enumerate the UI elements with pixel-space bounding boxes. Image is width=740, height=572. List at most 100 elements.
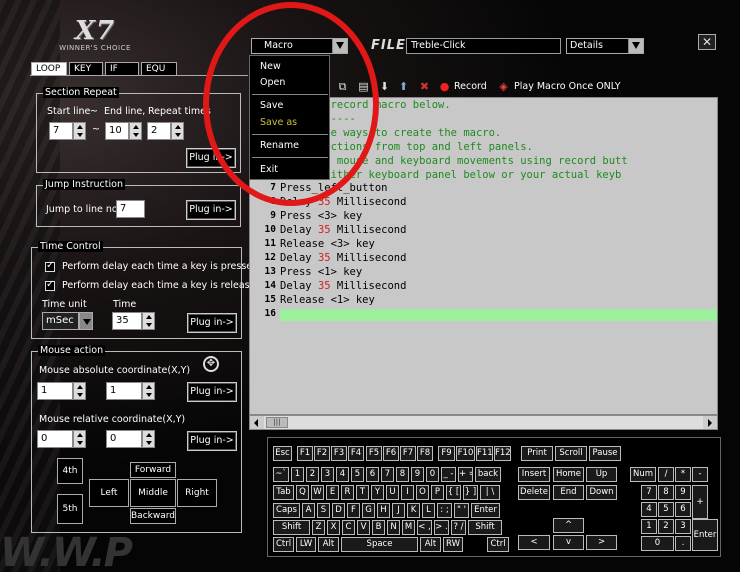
key-f4[interactable]: F4 bbox=[348, 446, 364, 461]
key-shift[interactable]: Shift bbox=[468, 520, 502, 535]
key-symbol[interactable]: | \ bbox=[480, 485, 500, 500]
key-w[interactable]: W bbox=[311, 485, 324, 500]
key-ctrl[interactable]: Ctrl bbox=[273, 537, 294, 552]
key-f2[interactable]: F2 bbox=[314, 446, 330, 461]
key-up[interactable]: Up bbox=[586, 467, 617, 482]
key-space[interactable]: Space bbox=[341, 537, 418, 552]
mouse-rel-y-stepper[interactable] bbox=[142, 430, 155, 448]
key-r[interactable]: R bbox=[341, 485, 354, 500]
key-o[interactable]: O bbox=[416, 485, 429, 500]
key-symbol[interactable]: * bbox=[675, 467, 691, 482]
end-line-stepper[interactable] bbox=[129, 122, 142, 140]
time-input[interactable]: 35 bbox=[112, 312, 142, 330]
code-line[interactable]: Release <1> key bbox=[280, 294, 375, 306]
key-symbol[interactable]: } ] bbox=[463, 485, 478, 500]
tab-loop[interactable]: LOOP bbox=[31, 62, 67, 75]
mouse-forward-button[interactable]: Forward bbox=[130, 462, 176, 478]
key-m[interactable]: M bbox=[402, 520, 415, 535]
key-f1[interactable]: F1 bbox=[297, 446, 313, 461]
code-line[interactable]: Press <1> key bbox=[280, 266, 362, 278]
key-lw[interactable]: LW bbox=[296, 537, 316, 552]
key-1[interactable]: 1 bbox=[641, 519, 657, 534]
key-i[interactable]: I bbox=[401, 485, 414, 500]
code-line[interactable]: Delay 35 Millisecond bbox=[280, 224, 406, 236]
jump-line-input[interactable]: 7 bbox=[116, 200, 145, 218]
record-icon[interactable]: ● bbox=[438, 80, 451, 93]
key-6[interactable]: 6 bbox=[675, 502, 691, 517]
key-print[interactable]: Print bbox=[521, 446, 553, 461]
horizontal-scrollbar[interactable]: ||| bbox=[249, 415, 718, 430]
key-f11[interactable]: F11 bbox=[476, 446, 493, 461]
time-unit-dropdown-arrow[interactable] bbox=[79, 312, 93, 330]
key-a[interactable]: A bbox=[302, 503, 315, 518]
key-n[interactable]: N bbox=[387, 520, 400, 535]
time-unit-select[interactable]: mSec bbox=[42, 312, 79, 330]
scroll-left-icon[interactable] bbox=[250, 416, 264, 429]
key-caps[interactable]: Caps bbox=[273, 503, 300, 518]
scroll-right-icon[interactable] bbox=[703, 416, 717, 429]
key-j[interactable]: J bbox=[392, 503, 405, 518]
key-x[interactable]: X bbox=[327, 520, 340, 535]
key-4[interactable]: 4 bbox=[641, 502, 657, 517]
mouse-4th-button[interactable]: 4th bbox=[57, 458, 83, 484]
key-u[interactable]: U bbox=[386, 485, 399, 500]
key-f7[interactable]: F7 bbox=[400, 446, 416, 461]
end-line-input[interactable]: 10 bbox=[105, 122, 129, 140]
key-v[interactable]: v bbox=[553, 535, 584, 550]
key-num[interactable]: Num bbox=[630, 467, 656, 482]
key-d[interactable]: D bbox=[332, 503, 345, 518]
key-symbol[interactable]: + bbox=[692, 485, 708, 519]
key-f10[interactable]: F10 bbox=[456, 446, 475, 461]
repeat-times-stepper[interactable] bbox=[171, 122, 184, 140]
key-f9[interactable]: F9 bbox=[438, 446, 455, 461]
key-symbol[interactable]: + = bbox=[458, 467, 473, 482]
key-symbol[interactable]: / bbox=[658, 467, 674, 482]
code-line[interactable]: Release <3> key bbox=[280, 238, 375, 250]
key-5[interactable]: 5 bbox=[351, 467, 364, 482]
key-back[interactable]: back bbox=[475, 467, 501, 482]
key-q[interactable]: Q bbox=[296, 485, 309, 500]
mouse-abs-y-input[interactable]: 1 bbox=[106, 382, 142, 400]
key-symbol[interactable]: > . bbox=[434, 520, 449, 535]
key-symbol[interactable]: < bbox=[518, 535, 550, 550]
key-alt[interactable]: Alt bbox=[420, 537, 441, 552]
mouse-rel-x-input[interactable]: 0 bbox=[37, 430, 73, 448]
key-7[interactable]: 7 bbox=[641, 485, 657, 500]
key-esc[interactable]: Esc bbox=[273, 446, 292, 461]
filename-field[interactable]: Treble-Click bbox=[406, 38, 561, 54]
key-f3[interactable]: F3 bbox=[331, 446, 347, 461]
key-home[interactable]: Home bbox=[553, 467, 584, 482]
mouse-rel-y-input[interactable]: 0 bbox=[106, 430, 142, 448]
key-8[interactable]: 8 bbox=[658, 485, 674, 500]
key-f8[interactable]: F8 bbox=[417, 446, 433, 461]
code-line[interactable]: Press <3> key bbox=[280, 210, 362, 222]
tab-equ[interactable]: EQU bbox=[141, 62, 177, 75]
delay-on-release-checkbox[interactable] bbox=[45, 279, 55, 291]
key-7[interactable]: 7 bbox=[381, 467, 394, 482]
mouse-5th-button[interactable]: 5th bbox=[57, 494, 83, 524]
key-f12[interactable]: F12 bbox=[494, 446, 511, 461]
mouse-middle-button[interactable]: Middle bbox=[130, 479, 176, 507]
key-pause[interactable]: Pause bbox=[589, 446, 621, 461]
play-macro-once-button[interactable]: Play Macro Once ONLY bbox=[514, 81, 621, 92]
key-9[interactable]: 9 bbox=[675, 485, 691, 500]
tab-if[interactable]: IF bbox=[105, 62, 139, 75]
key-c[interactable]: C bbox=[342, 520, 355, 535]
key-ctrl[interactable]: Ctrl bbox=[487, 537, 509, 552]
move-up-icon[interactable]: ⬆ bbox=[397, 80, 410, 93]
start-line-input[interactable]: 7 bbox=[49, 122, 73, 140]
key-end[interactable]: End bbox=[553, 485, 584, 500]
key-symbol[interactable]: { [ bbox=[446, 485, 461, 500]
record-button[interactable]: Record bbox=[454, 81, 487, 92]
key-4[interactable]: 4 bbox=[336, 467, 349, 482]
key-symbol[interactable]: ^ bbox=[553, 518, 584, 533]
details-combo[interactable]: Details bbox=[566, 38, 644, 54]
key-2[interactable]: 2 bbox=[658, 519, 674, 534]
key-shift[interactable]: Shift bbox=[273, 520, 310, 535]
key-f[interactable]: F bbox=[347, 503, 360, 518]
key-l[interactable]: L bbox=[422, 503, 435, 518]
key-k[interactable]: K bbox=[407, 503, 420, 518]
tab-key[interactable]: KEY bbox=[69, 62, 103, 75]
key-3[interactable]: 3 bbox=[321, 467, 334, 482]
key-y[interactable]: Y bbox=[371, 485, 384, 500]
